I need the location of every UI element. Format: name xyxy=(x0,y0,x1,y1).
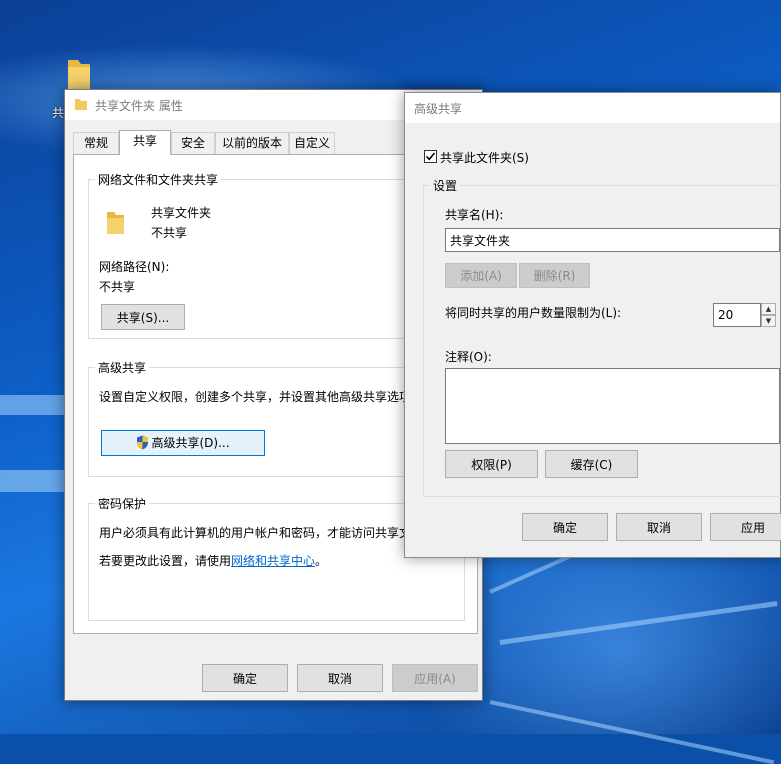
light-beam xyxy=(0,395,70,415)
share-name-input[interactable] xyxy=(445,228,780,252)
change-setting-text: 若要更改此设置，请使用网络和共享中心。 xyxy=(99,552,327,569)
share-status: 不共享 xyxy=(151,226,188,240)
apply-button[interactable]: 应用(A) xyxy=(392,664,478,692)
spin-up-icon[interactable]: ▲ xyxy=(761,303,776,315)
group-label: 网络文件和文件夹共享 xyxy=(95,171,222,188)
add-button[interactable]: 添加(A) xyxy=(445,263,517,288)
spin-down-icon[interactable]: ▼ xyxy=(761,315,776,327)
tab-general[interactable]: 常规 xyxy=(73,132,119,154)
ok-button[interactable]: 确定 xyxy=(202,664,288,692)
tab-sharing[interactable]: 共享 xyxy=(119,130,171,155)
user-limit-label: 将同时共享的用户数量限制为(L): xyxy=(445,306,622,320)
ok-button[interactable]: 确定 xyxy=(522,513,608,541)
group-label: 高级共享 xyxy=(95,359,150,376)
permissions-button[interactable]: 权限(P) xyxy=(445,450,538,478)
cancel-button[interactable]: 取消 xyxy=(616,513,702,541)
checkmark-icon xyxy=(425,152,436,161)
cancel-button[interactable]: 取消 xyxy=(297,664,383,692)
advanced-sharing-button[interactable]: 高级共享(D)... xyxy=(101,430,265,456)
desktop-folder-icon[interactable] xyxy=(64,58,94,92)
group-label: 设置 xyxy=(430,177,461,194)
settings-group: 设置 共享名(H): 添加(A) 删除(R) 将同时共享的用户数量限制为(L):… xyxy=(423,177,781,497)
network-sharing-center-link[interactable]: 网络和共享中心 xyxy=(231,554,315,568)
network-path-value: 不共享 xyxy=(99,280,136,294)
advanced-sharing-dialog: 高级共享 共享此文件夹(S) 设置 共享名(H): 添加(A) 删除(R) 将同… xyxy=(404,92,781,558)
desktop-folder-label[interactable]: 共 xyxy=(52,104,64,121)
share-name-label: 共享名(H): xyxy=(445,208,504,222)
shield-icon xyxy=(136,435,149,453)
tab-previous-versions[interactable]: 以前的版本 xyxy=(215,132,289,154)
remove-button[interactable]: 删除(R) xyxy=(519,263,590,288)
comment-textarea[interactable] xyxy=(445,368,780,444)
comment-label: 注释(O): xyxy=(445,350,492,364)
tab-security[interactable]: 安全 xyxy=(171,132,215,154)
group-label: 密码保护 xyxy=(95,495,150,512)
light-beam xyxy=(499,601,778,645)
light-beam xyxy=(489,700,775,764)
window-title: 共享文件夹 属性 xyxy=(95,99,183,113)
network-path-label: 网络路径(N): xyxy=(99,260,170,274)
advanced-description: 设置自定义权限，创建多个共享，并设置其他高级共享选项 xyxy=(99,390,412,404)
change-prefix: 若要更改此设置，请使用 xyxy=(99,554,232,568)
share-button[interactable]: 共享(S)... xyxy=(101,304,185,330)
share-folder-checkbox[interactable] xyxy=(424,150,437,163)
folder-name: 共享文件夹 xyxy=(151,206,212,220)
dialog-titlebar[interactable]: 高级共享 xyxy=(405,93,780,123)
password-description: 用户必须具有此计算机的用户帐户和密码，才能访问共享文 xyxy=(99,526,412,540)
dialog-title: 高级共享 xyxy=(414,102,463,116)
advanced-sharing-button-label: 高级共享(D)... xyxy=(151,435,230,450)
folder-icon xyxy=(105,210,127,239)
light-beam xyxy=(0,470,70,492)
folder-icon xyxy=(74,98,88,114)
user-limit-input[interactable] xyxy=(713,303,761,327)
share-folder-label[interactable]: 共享此文件夹(S) xyxy=(440,149,529,166)
tab-customize[interactable]: 自定义 xyxy=(289,132,335,154)
cache-button[interactable]: 缓存(C) xyxy=(545,450,638,478)
apply-button[interactable]: 应用 xyxy=(710,513,781,541)
change-suffix: 。 xyxy=(315,554,328,568)
